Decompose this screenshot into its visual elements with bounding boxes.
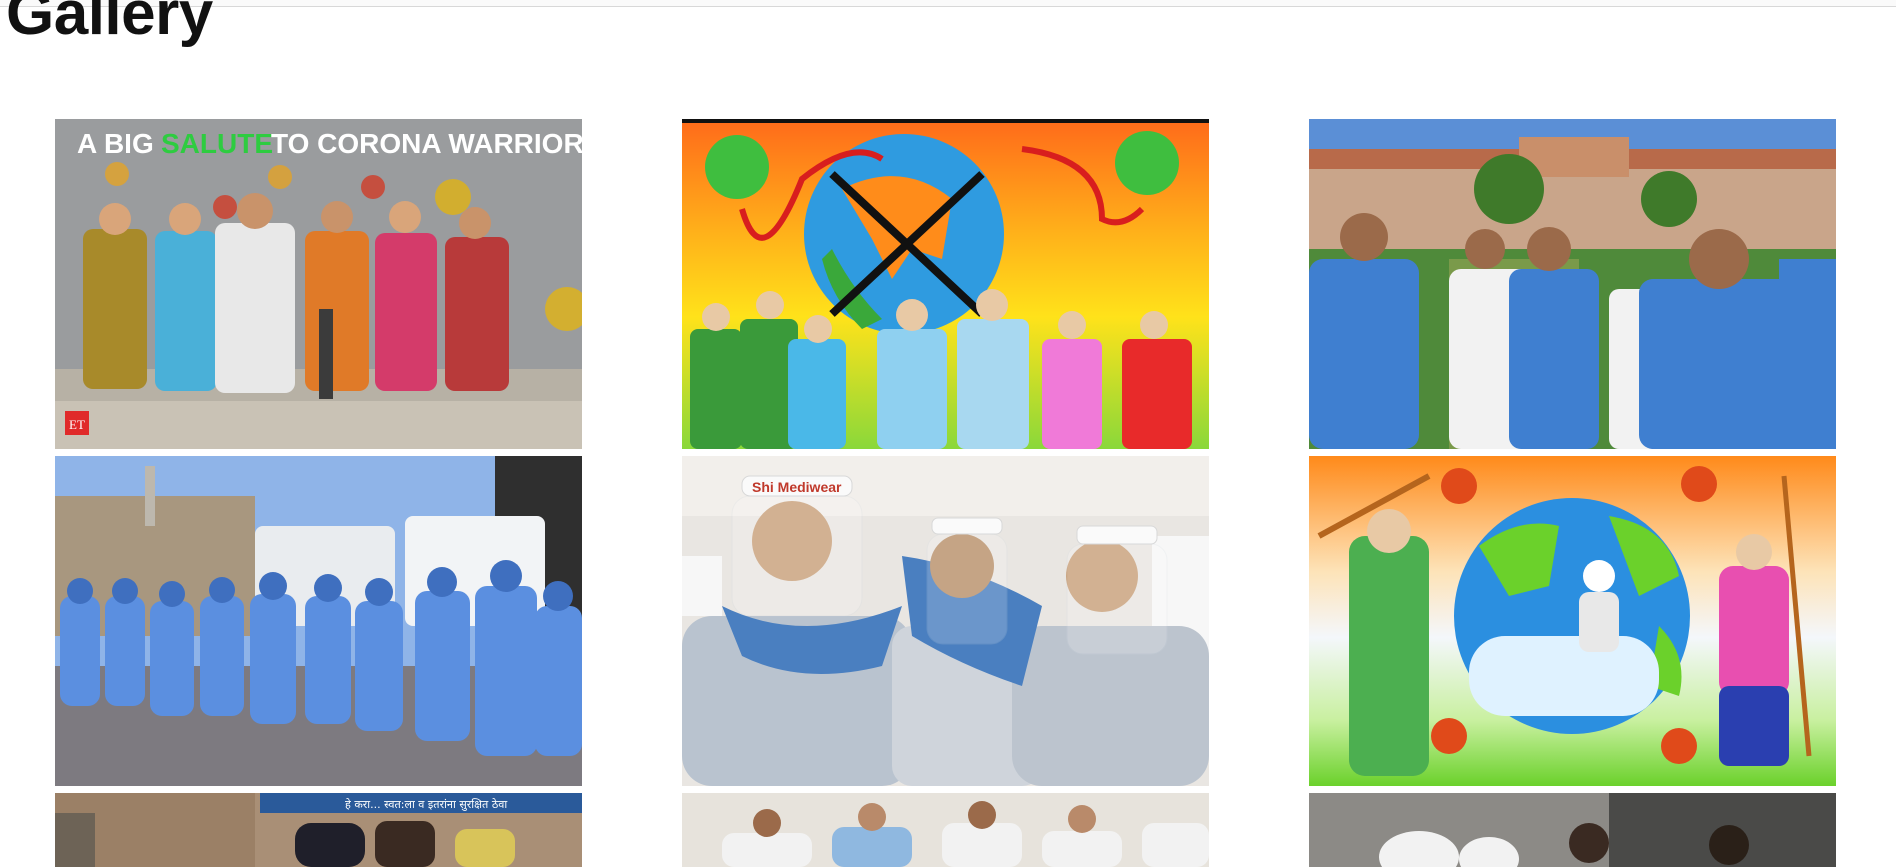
gallery-grid: A BIG SALUTE TO CORONA WARRIORS ET Shi M…	[0, 0, 1896, 867]
gallery-image-doctors-group[interactable]	[682, 793, 1209, 867]
banner-text: हे करा... स्वत:ला व इतरांना सुरक्षित ठेव…	[345, 798, 507, 811]
svg-text:SALUTE: SALUTE	[161, 128, 273, 159]
gallery-image-globe-police-painting[interactable]	[1309, 456, 1836, 786]
gallery-image-police-banner[interactable]: हे करा... स्वत:ला व इतरांना सुरक्षित ठेव…	[55, 793, 582, 867]
gallery-image-ppe-workers-dark[interactable]	[1309, 793, 1836, 867]
face-shield-label: Shi Mediwear	[752, 479, 842, 495]
et-badge: ET	[69, 417, 85, 432]
gallery-image-face-shields[interactable]: Shi Mediwear	[682, 456, 1209, 786]
gallery-image-ppe-ambulances[interactable]	[55, 456, 582, 786]
mural-caption: A BIG	[77, 128, 154, 159]
gallery-image-salute-mural[interactable]: A BIG SALUTE TO CORONA WARRIORS ET	[55, 119, 582, 449]
gallery-image-globe-painting[interactable]	[682, 119, 1209, 449]
svg-text:TO CORONA WARRIORS: TO CORONA WARRIORS	[271, 128, 582, 159]
gallery-image-nurses-thumbs-up[interactable]	[1309, 119, 1836, 449]
